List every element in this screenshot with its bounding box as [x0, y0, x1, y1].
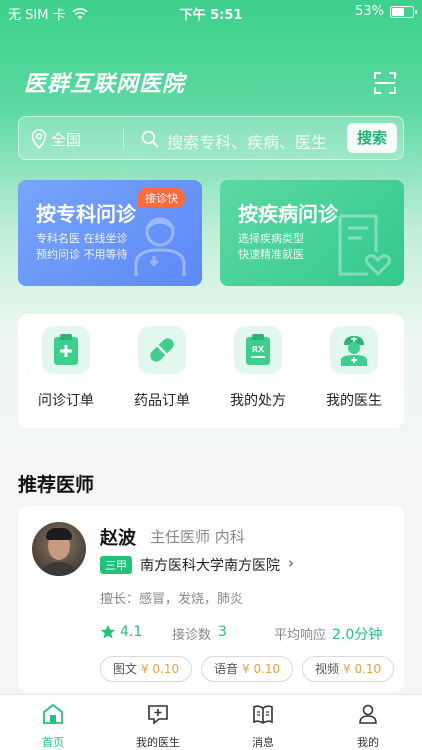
doctor-illustration-icon [134, 217, 186, 276]
voice-consult-price-button[interactable]: 语音 ¥ 0.10 [201, 656, 294, 682]
tab-label: 我的 [357, 736, 379, 749]
text-consult-price-button[interactable]: 图文 ¥ 0.10 [100, 656, 193, 682]
doctor-specialty: 擅长：感冒，发烧，肺炎 [100, 592, 244, 607]
tab-label: 首页 [42, 736, 64, 749]
battery-percent: 53% [355, 4, 384, 19]
location-selector[interactable]: 全国 [51, 129, 81, 150]
quick-actions-panel: 问诊订单 药品订单 RX 我的处方 我的医生 [18, 314, 404, 428]
quick-icon-box [330, 326, 378, 374]
card-subtitle: 专科名医 在线坐诊 [36, 232, 128, 245]
doctor-rating: 4.1 [120, 624, 143, 640]
svg-text:RX: RX [252, 345, 265, 354]
location-pin-icon[interactable] [31, 129, 47, 149]
tab-my-doctors[interactable]: 我的医生 [118, 703, 198, 750]
status-bar: 无 SIM 卡 下午 5:51 53% [0, 0, 422, 24]
hospital-tier-badge: 三甲 [100, 556, 132, 574]
doctor-stats: 4.1 接诊数 3 平均响应 2.0分钟 [100, 624, 400, 644]
my-doctors-button[interactable]: 我的医生 [314, 326, 394, 410]
response-time-label: 平均响应 [274, 628, 327, 643]
tab-label: 消息 [252, 736, 274, 749]
search-input[interactable]: 搜索专科、疾病、医生 [167, 129, 327, 153]
quick-label: 我的处方 [230, 393, 286, 409]
hospital-link[interactable]: 南方医科大学南方医院 [140, 555, 280, 575]
drug-orders-button[interactable]: 药品订单 [122, 326, 202, 410]
card-title: 按专科问诊 [36, 202, 136, 226]
star-icon [100, 624, 116, 639]
chevron-right-icon[interactable]: › [288, 554, 294, 572]
section-title: 推荐医师 [18, 474, 95, 496]
quick-icon-box [138, 326, 186, 374]
consult-orders-button[interactable]: 问诊订单 [26, 326, 106, 410]
card-subtitle: 选择疾病类型 [238, 232, 304, 245]
consult-count-value: 3 [218, 624, 227, 640]
fast-response-badge: 接诊快 [138, 188, 185, 208]
medical-record-icon [338, 214, 392, 277]
search-divider [123, 129, 124, 149]
quick-label: 我的医生 [326, 393, 382, 409]
search-bar: 全国 搜索专科、疾病、医生 搜索 [18, 116, 404, 160]
search-button[interactable]: 搜索 [347, 123, 397, 153]
doctor-name: 赵波 [100, 528, 136, 549]
quick-label: 药品订单 [134, 393, 190, 409]
tab-home[interactable]: 首页 [13, 703, 93, 750]
search-icon [141, 130, 159, 148]
card-subtitle: 预约问诊 不用等待 [36, 248, 128, 261]
video-consult-price-button[interactable]: 视频 ¥ 0.10 [302, 656, 395, 682]
status-right: 53% [355, 4, 417, 19]
quick-icon-box [42, 326, 90, 374]
card-subtitle: 快速精准就医 [238, 248, 304, 261]
home-icon [43, 703, 63, 724]
bottom-tab-bar: 首页 我的医生 消息 我的 [0, 694, 422, 750]
avatar [32, 522, 86, 576]
app-title: 医群互联网医院 [24, 72, 186, 97]
doctor-card[interactable]: 赵波 主任医师 内科 三甲 南方医科大学南方医院 › 擅长：感冒，发烧，肺炎 4… [18, 506, 404, 692]
quick-icon-box: RX [234, 326, 282, 374]
message-book-icon [253, 705, 273, 724]
price-options: 图文 ¥ 0.10 语音 ¥ 0.10 视频 ¥ 0.10 [100, 656, 400, 684]
card-title: 按疾病问诊 [238, 202, 338, 226]
clipboard-plus-icon [54, 334, 78, 365]
doctor-consult-icon [148, 705, 168, 725]
tab-messages[interactable]: 消息 [223, 703, 303, 750]
doctor-title: 主任医师 内科 [150, 528, 245, 546]
quick-label: 问诊订单 [38, 393, 94, 409]
profile-icon [359, 704, 377, 724]
consult-by-disease-card[interactable]: 按疾病问诊 选择疾病类型 快速精准就医 [220, 180, 404, 286]
battery-icon [390, 5, 417, 18]
doctor-icon [341, 336, 367, 366]
tab-label: 我的医生 [136, 736, 180, 749]
pill-icon [150, 338, 174, 362]
response-time-value: 2.0分钟 [332, 627, 383, 643]
tab-profile[interactable]: 我的 [328, 703, 408, 750]
scan-icon[interactable] [374, 72, 396, 94]
consult-count-label: 接诊数 [172, 628, 212, 643]
my-prescriptions-button[interactable]: RX 我的处方 [218, 326, 298, 410]
consult-by-department-card[interactable]: 按专科问诊 接诊快 专科名医 在线坐诊 预约问诊 不用等待 [18, 180, 202, 286]
prescription-rx-icon: RX [246, 334, 270, 365]
